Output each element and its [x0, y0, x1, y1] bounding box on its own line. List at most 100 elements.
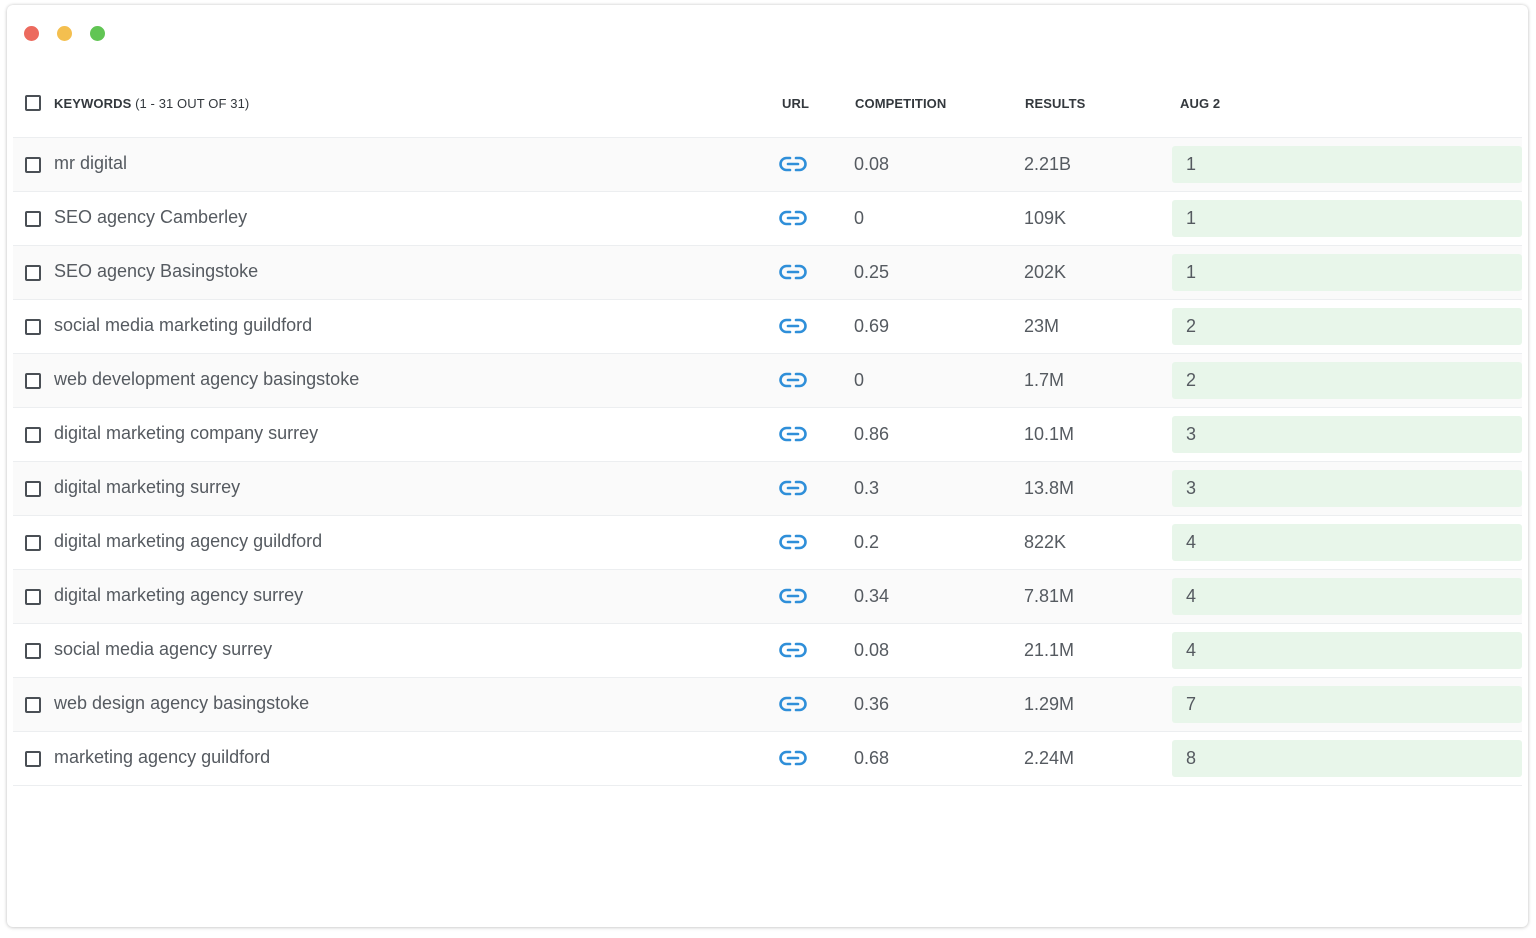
results-cell: 1.29M: [1024, 694, 1075, 714]
table-row[interactable]: digital marketing agency surrey 0.34 7.8…: [13, 570, 1522, 624]
maximize-window-button[interactable]: [90, 26, 105, 41]
keywords-count: (1 - 31 OUT OF 31): [135, 96, 250, 111]
select-all-checkbox[interactable]: [25, 95, 41, 111]
results-cell: 1.7M: [1024, 370, 1065, 390]
row-checkbox[interactable]: [25, 211, 41, 227]
keyword-cell: web development agency basingstoke: [54, 369, 360, 389]
table-header: KEYWORDS (1 - 31 OUT OF 31) URL COMPETIT…: [13, 70, 1522, 138]
row-checkbox[interactable]: [25, 265, 41, 281]
results-cell: 10.1M: [1024, 424, 1075, 444]
rank-cell: 1: [1172, 200, 1522, 237]
results-cell: 13.8M: [1024, 478, 1075, 498]
keyword-cell: social media marketing guildford: [54, 315, 313, 335]
table-row[interactable]: SEO agency Camberley 0 109K 1: [13, 192, 1522, 246]
date-column-header[interactable]: AUG 2: [1180, 96, 1220, 111]
table-row[interactable]: web development agency basingstoke 0 1.7…: [13, 354, 1522, 408]
competition-cell: 0.69: [854, 316, 890, 336]
competition-cell: 0.36: [854, 694, 890, 714]
link-icon[interactable]: [779, 749, 807, 767]
row-checkbox[interactable]: [25, 643, 41, 659]
keyword-cell: marketing agency guildford: [54, 747, 271, 767]
rank-cell: 8: [1172, 740, 1522, 777]
competition-cell: 0.2: [854, 532, 880, 552]
app-window: KEYWORDS (1 - 31 OUT OF 31) URL COMPETIT…: [7, 5, 1528, 927]
keyword-cell: SEO agency Camberley: [54, 207, 248, 227]
row-checkbox[interactable]: [25, 589, 41, 605]
minimize-window-button[interactable]: [57, 26, 72, 41]
row-checkbox[interactable]: [25, 481, 41, 497]
link-icon[interactable]: [779, 209, 807, 227]
rank-cell: 3: [1172, 470, 1522, 507]
table-row[interactable]: digital marketing agency guildford 0.2 8…: [13, 516, 1522, 570]
keywords-header-label: KEYWORDS: [54, 96, 132, 111]
table-row[interactable]: SEO agency Basingstoke 0.25 202K 1: [13, 246, 1522, 300]
link-icon[interactable]: [779, 695, 807, 713]
keyword-cell: mr digital: [54, 153, 128, 173]
window-controls: [24, 26, 105, 41]
competition-cell: 0: [854, 370, 865, 390]
rank-cell: 2: [1172, 362, 1522, 399]
table-row[interactable]: digital marketing surrey 0.3 13.8M 3: [13, 462, 1522, 516]
url-column-header[interactable]: URL: [782, 96, 809, 111]
results-cell: 21.1M: [1024, 640, 1075, 660]
results-cell: 23M: [1024, 316, 1060, 336]
row-checkbox[interactable]: [25, 697, 41, 713]
results-column-header[interactable]: RESULTS: [1025, 96, 1085, 111]
competition-cell: 0.3: [854, 478, 880, 498]
competition-column-header[interactable]: COMPETITION: [855, 96, 946, 111]
rank-cell: 1: [1172, 146, 1522, 183]
table-row[interactable]: marketing agency guildford 0.68 2.24M 8: [13, 732, 1522, 786]
keywords-table: KEYWORDS (1 - 31 OUT OF 31) URL COMPETIT…: [13, 70, 1522, 786]
results-cell: 7.81M: [1024, 586, 1075, 606]
row-checkbox[interactable]: [25, 373, 41, 389]
keywords-column-header[interactable]: KEYWORDS (1 - 31 OUT OF 31): [54, 96, 249, 111]
close-window-button[interactable]: [24, 26, 39, 41]
keyword-cell: digital marketing agency surrey: [54, 585, 304, 605]
link-icon[interactable]: [779, 317, 807, 335]
link-icon[interactable]: [779, 587, 807, 605]
competition-cell: 0.08: [854, 640, 890, 660]
results-cell: 109K: [1024, 208, 1067, 228]
keyword-cell: web design agency basingstoke: [54, 693, 310, 713]
row-checkbox[interactable]: [25, 427, 41, 443]
table-body: mr digital 0.08 2.21B 1 SEO agency Cambe…: [13, 138, 1522, 786]
row-checkbox[interactable]: [25, 751, 41, 767]
rank-cell: 7: [1172, 686, 1522, 723]
link-icon[interactable]: [779, 533, 807, 551]
table-row[interactable]: mr digital 0.08 2.21B 1: [13, 138, 1522, 192]
competition-cell: 0.68: [854, 748, 890, 768]
table-row[interactable]: social media agency surrey 0.08 21.1M 4: [13, 624, 1522, 678]
rank-cell: 4: [1172, 524, 1522, 561]
link-icon[interactable]: [779, 425, 807, 443]
keyword-cell: digital marketing surrey: [54, 477, 241, 497]
row-checkbox[interactable]: [25, 157, 41, 173]
link-icon[interactable]: [779, 155, 807, 173]
table-row[interactable]: web design agency basingstoke 0.36 1.29M…: [13, 678, 1522, 732]
table-row[interactable]: digital marketing company surrey 0.86 10…: [13, 408, 1522, 462]
keyword-cell: social media agency surrey: [54, 639, 273, 659]
competition-cell: 0.86: [854, 424, 890, 444]
competition-cell: 0: [854, 208, 865, 228]
rank-cell: 3: [1172, 416, 1522, 453]
link-icon[interactable]: [779, 371, 807, 389]
table-row[interactable]: social media marketing guildford 0.69 23…: [13, 300, 1522, 354]
keyword-cell: SEO agency Basingstoke: [54, 261, 259, 281]
rank-cell: 1: [1172, 254, 1522, 291]
competition-cell: 0.34: [854, 586, 890, 606]
results-cell: 2.21B: [1024, 154, 1072, 174]
keyword-cell: digital marketing company surrey: [54, 423, 319, 443]
keyword-cell: digital marketing agency guildford: [54, 531, 323, 551]
row-checkbox[interactable]: [25, 535, 41, 551]
results-cell: 2.24M: [1024, 748, 1075, 768]
results-cell: 202K: [1024, 262, 1067, 282]
results-cell: 822K: [1024, 532, 1067, 552]
rank-cell: 2: [1172, 308, 1522, 345]
row-checkbox[interactable]: [25, 319, 41, 335]
competition-cell: 0.08: [854, 154, 890, 174]
rank-cell: 4: [1172, 632, 1522, 669]
rank-cell: 4: [1172, 578, 1522, 615]
competition-cell: 0.25: [854, 262, 890, 282]
link-icon[interactable]: [779, 263, 807, 281]
link-icon[interactable]: [779, 479, 807, 497]
link-icon[interactable]: [779, 641, 807, 659]
